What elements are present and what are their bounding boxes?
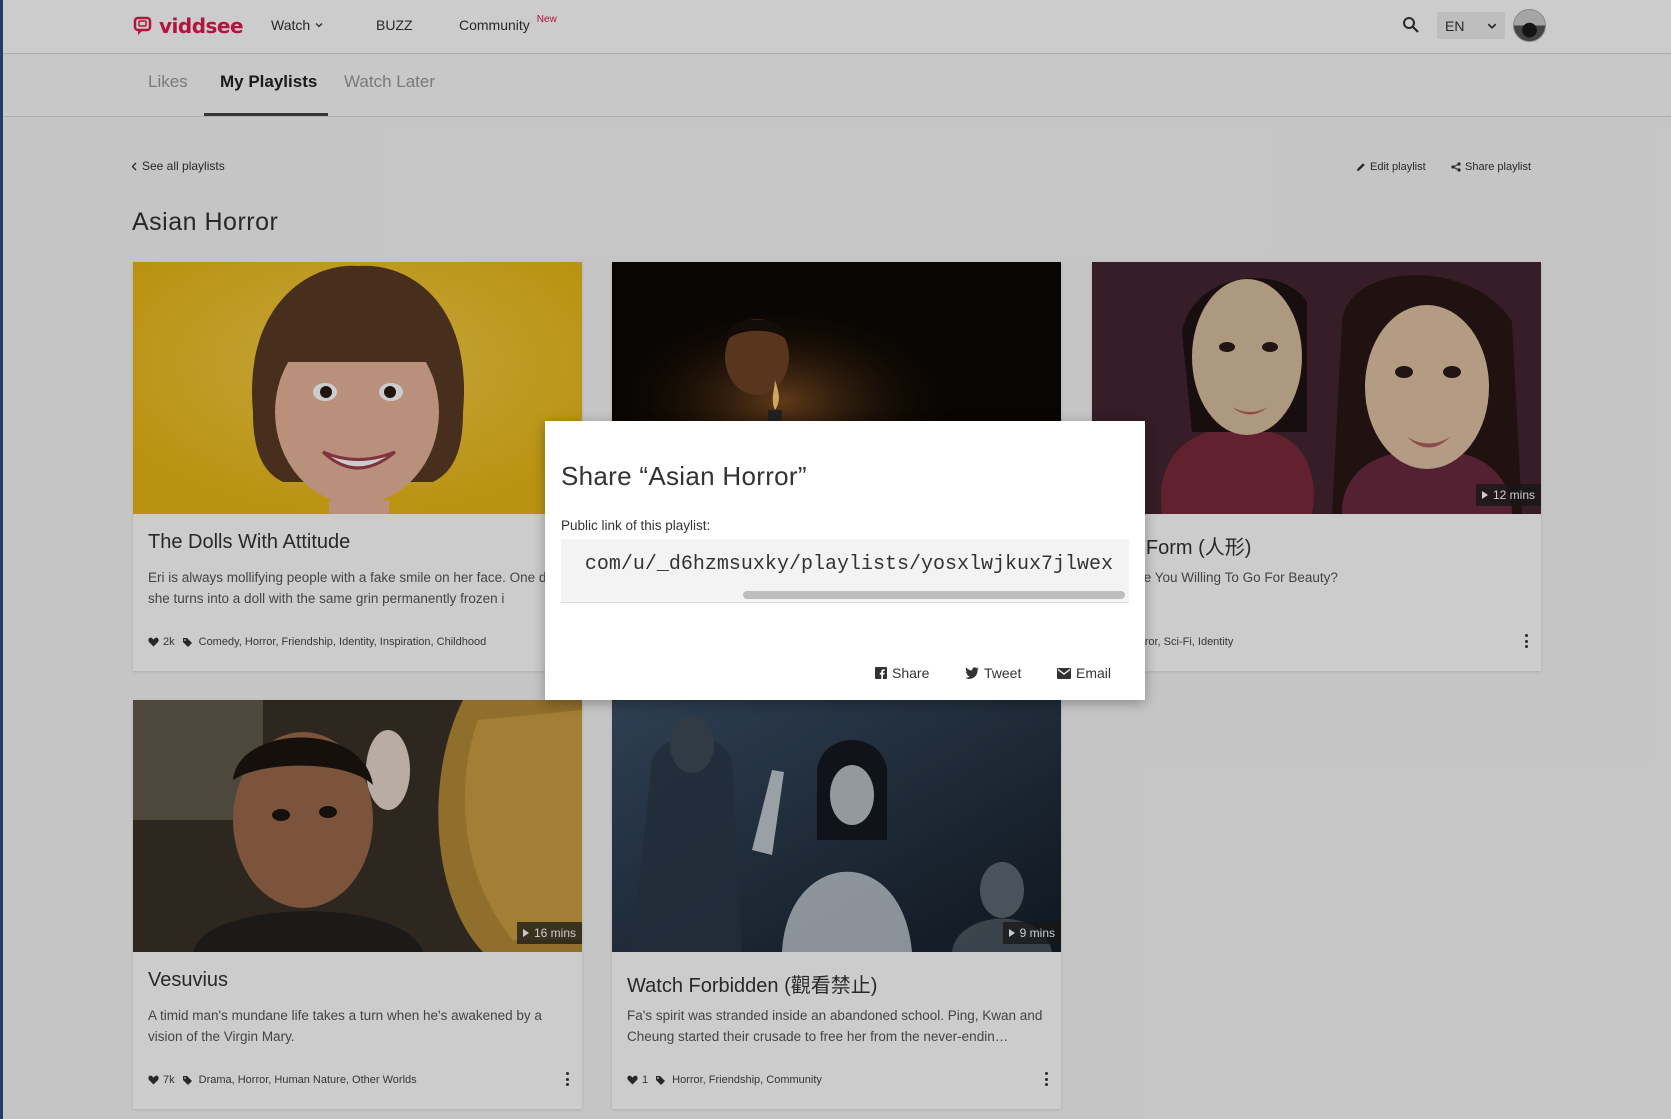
share-playlist-modal: Share “Asian Horror” Public link of this… <box>545 421 1145 700</box>
email-label: Email <box>1076 665 1112 681</box>
public-link-value[interactable]: com/u/_d6hzmsuxky/playlists/yosxlwjkux7j… <box>585 553 1113 576</box>
horizontal-scrollbar[interactable] <box>743 591 1125 599</box>
tweet-label: Tweet <box>984 665 1022 681</box>
public-link-label: Public link of this playlist: <box>561 518 711 533</box>
modal-title: Share “Asian Horror” <box>561 461 807 491</box>
facebook-share-label: Share <box>892 665 930 681</box>
tweet-button[interactable]: Tweet <box>965 665 1021 681</box>
email-button[interactable]: Email <box>1057 665 1111 681</box>
twitter-icon <box>965 667 979 679</box>
facebook-icon <box>875 667 887 679</box>
public-link-field[interactable]: com/u/_d6hzmsuxky/playlists/yosxlwjkux7j… <box>561 539 1129 603</box>
envelope-icon <box>1057 667 1071 679</box>
facebook-share-button[interactable]: Share <box>875 665 929 681</box>
